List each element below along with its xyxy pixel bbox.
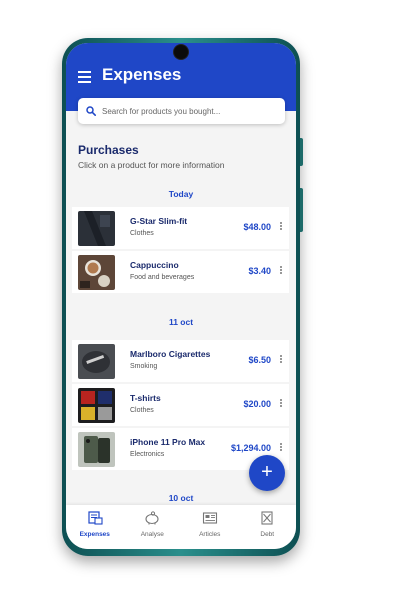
date-header-10-oct: 10 oct xyxy=(168,493,194,503)
product-category: Clothes xyxy=(130,230,154,237)
nav-item-articles[interactable]: Articles xyxy=(181,505,239,549)
product-category: Food and beverages xyxy=(130,274,195,281)
hamburger-menu-icon[interactable] xyxy=(78,71,91,83)
camera-notch xyxy=(174,45,188,59)
list-item[interactable]: T-shirts Clothes $20.00 xyxy=(72,384,289,426)
product-price: $20.00 xyxy=(243,399,271,409)
product-image xyxy=(78,432,115,467)
section-title: Purchases xyxy=(78,143,139,157)
more-options-icon[interactable] xyxy=(279,355,283,365)
section-subtitle: Click on a product for more information xyxy=(78,160,225,170)
product-name: iPhone 11 Pro Max xyxy=(130,437,206,447)
power-button xyxy=(300,188,303,232)
nav-label: Expenses xyxy=(79,531,110,538)
piggy-bank-icon xyxy=(145,511,159,525)
product-price: $1,294.00 xyxy=(230,443,271,453)
product-name: G-Star Slim-fit xyxy=(130,216,188,226)
page-title: Expenses xyxy=(102,65,182,84)
product-category: Smoking xyxy=(130,363,158,370)
volume-button xyxy=(300,138,303,166)
product-image xyxy=(78,344,115,379)
nav-label: Debt xyxy=(260,531,275,538)
date-header-today: Today xyxy=(168,189,194,199)
phone-frame: Expenses Purchases Click on a product fo… xyxy=(62,38,303,556)
product-category: Electronics xyxy=(130,451,165,458)
product-image xyxy=(78,255,115,290)
add-purchase-button[interactable]: + xyxy=(249,455,285,491)
product-category: Clothes xyxy=(130,407,154,414)
nav-label: Articles xyxy=(199,531,221,538)
more-options-icon[interactable] xyxy=(279,266,283,276)
nav-item-expenses[interactable]: Expenses xyxy=(66,505,124,549)
product-name: Marlboro Cigarettes xyxy=(130,349,211,359)
product-image xyxy=(78,211,115,246)
product-name: Cappuccino xyxy=(130,260,179,270)
search-icon xyxy=(86,106,96,116)
product-image xyxy=(78,388,115,423)
product-name: T-shirts xyxy=(130,393,161,403)
list-item[interactable]: G-Star Slim-fit Clothes $48.00 xyxy=(72,207,289,249)
receipt-icon xyxy=(88,511,103,525)
more-options-icon[interactable] xyxy=(279,399,283,409)
search-input[interactable] xyxy=(102,106,272,116)
nav-item-analyse[interactable]: Analyse xyxy=(124,505,182,549)
purchases-list[interactable]: Purchases Click on a product for more in… xyxy=(66,125,296,505)
list-item[interactable]: Marlboro Cigarettes Smoking $6.50 xyxy=(72,340,289,382)
more-options-icon[interactable] xyxy=(279,443,283,453)
more-options-icon[interactable] xyxy=(279,222,283,232)
product-price: $6.50 xyxy=(248,355,271,365)
search-bar[interactable] xyxy=(78,98,285,124)
product-price: $3.40 xyxy=(248,266,271,276)
bottom-navigation: Expenses Analyse Articles Debt xyxy=(66,505,296,549)
list-item[interactable]: Cappuccino Food and beverages $3.40 xyxy=(72,251,289,293)
scissors-icon xyxy=(261,511,273,525)
product-price: $48.00 xyxy=(243,222,271,232)
nav-label: Analyse xyxy=(140,531,164,538)
newspaper-icon xyxy=(202,512,217,524)
nav-item-debt[interactable]: Debt xyxy=(239,505,297,549)
date-header-11-oct: 11 oct xyxy=(168,317,194,327)
phone-screen: Expenses Purchases Click on a product fo… xyxy=(66,43,296,549)
